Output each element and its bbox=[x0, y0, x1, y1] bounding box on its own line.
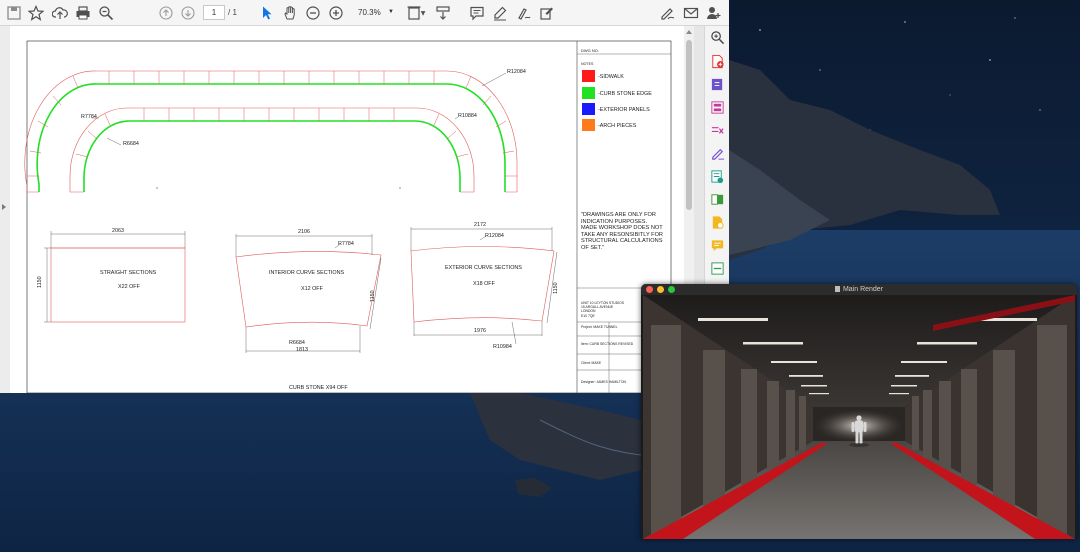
exterior-bottom-dim: 1976 bbox=[474, 328, 486, 334]
print-icon[interactable] bbox=[74, 4, 92, 22]
disclaimer-line: TAKE ANY RESONSIBITLY FOR bbox=[581, 231, 663, 238]
dim-r7784: R7784 bbox=[81, 114, 97, 120]
edit-pdf-icon[interactable] bbox=[538, 4, 556, 22]
organize-pages-icon[interactable] bbox=[710, 100, 725, 115]
exterior-width-dim: 2172 bbox=[474, 222, 486, 228]
item-field: Item: CURB SECTIONS REVISED bbox=[581, 342, 634, 346]
legend-swatch-arch-pieces bbox=[582, 119, 595, 131]
dim-r10884: R10884 bbox=[458, 113, 477, 119]
scan-ocr-icon[interactable] bbox=[710, 261, 725, 276]
select-cursor-icon[interactable] bbox=[258, 4, 276, 22]
scroll-mode-icon[interactable] bbox=[434, 4, 452, 22]
scroll-up-icon[interactable] bbox=[686, 30, 692, 34]
zoom-level-value: 70.3% bbox=[358, 8, 381, 17]
legend-label-curb-edge: -CURB STONE EDGE bbox=[598, 91, 652, 97]
edit-pdf-tool-icon[interactable] bbox=[710, 169, 725, 184]
straight-sections-count: X22 OFF bbox=[118, 284, 140, 290]
create-pdf-icon[interactable] bbox=[710, 54, 725, 69]
interior-bottom-dim: 1813 bbox=[296, 347, 308, 353]
straight-sections-title: STRAIGHT SECTIONS bbox=[100, 270, 157, 276]
document-icon bbox=[834, 286, 840, 292]
interior-outer-radius-dim: R7784 bbox=[338, 241, 354, 247]
tunnel-render-image bbox=[643, 295, 1075, 539]
legend-label-exterior-panels: -EXTERIOR PANELS bbox=[598, 107, 650, 113]
highlight-pen-icon[interactable] bbox=[491, 4, 509, 22]
legend-swatch-curb-edge bbox=[582, 87, 595, 99]
disclaimer-line: OF SET." bbox=[581, 244, 605, 251]
client-field: Client: MAKE bbox=[581, 361, 602, 365]
chevron-down-icon: ▼ bbox=[388, 9, 394, 15]
studio-address: UNIT 10 LEYTON STUDIOS 15 ARGALL AVENUE … bbox=[581, 301, 624, 318]
legend-swatch-sidewalk bbox=[582, 70, 595, 82]
disclaimer-line: INDICATION PURPOSES. bbox=[581, 218, 648, 225]
designer-field: Designer: JAMES HAMILTON bbox=[581, 380, 626, 384]
dim-r12084: R12084 bbox=[507, 69, 526, 75]
pdf-toolbar: 1 / 1 70.3% ▼ ▼ bbox=[0, 0, 729, 26]
main-render-window: Main Render bbox=[641, 284, 1077, 539]
disclaimer-line: "DRAWINGS ARE ONLY FOR bbox=[581, 212, 656, 218]
render-window-title: Main Render bbox=[641, 284, 1077, 295]
address-line: E10 7QE bbox=[581, 313, 595, 318]
page-fit-chevron-icon[interactable]: ▼ bbox=[419, 4, 427, 22]
next-page-icon[interactable] bbox=[179, 4, 197, 22]
zoom-out-icon[interactable] bbox=[304, 4, 322, 22]
zoom-tool-icon[interactable] bbox=[710, 30, 725, 45]
interior-height-dim: 1150 bbox=[370, 290, 376, 302]
expand-arrow-icon bbox=[2, 204, 6, 210]
bookmark-star-icon[interactable] bbox=[27, 4, 45, 22]
previous-page-icon[interactable] bbox=[157, 4, 175, 22]
zoom-in-icon[interactable] bbox=[327, 4, 345, 22]
comment-tool-icon[interactable] bbox=[710, 238, 725, 253]
scrollbar-thumb[interactable] bbox=[686, 40, 692, 210]
pdf-page: R12084 R10884 R7784 R6684 2063 1150 STRA… bbox=[10, 26, 684, 393]
page-number-input[interactable]: 1 bbox=[203, 5, 225, 20]
legend-label-arch-pieces: -ARCH PIECES bbox=[598, 123, 637, 129]
email-icon[interactable] bbox=[682, 4, 700, 22]
page-total: / 1 bbox=[228, 8, 237, 17]
interior-width-dim: 2106 bbox=[298, 229, 310, 235]
zoom-search-icon[interactable] bbox=[97, 4, 115, 22]
combine-files-icon[interactable] bbox=[710, 192, 725, 207]
legend-label-sidewalk: -SIDWALK bbox=[598, 74, 624, 80]
dim-r6684: R6684 bbox=[123, 141, 139, 147]
comment-icon[interactable] bbox=[468, 4, 486, 22]
drawing-footer: CURB STONE X94 OFF bbox=[289, 385, 348, 391]
left-panel-toggle[interactable] bbox=[0, 26, 10, 393]
disclaimer-line: STRUCTURAL CALCULATIONS bbox=[581, 238, 663, 245]
interior-inner-radius-dim: R6684 bbox=[289, 340, 305, 346]
draw-tool-icon[interactable] bbox=[514, 4, 532, 22]
straight-height-dim: 1150 bbox=[37, 276, 43, 288]
save-icon[interactable] bbox=[5, 4, 23, 22]
interior-sections-count: X12 OFF bbox=[301, 286, 323, 292]
render-titlebar[interactable]: Main Render bbox=[641, 284, 1077, 295]
exterior-height-dim: 1150 bbox=[553, 282, 559, 294]
project-field: Project: MAKE TUNNEL bbox=[581, 325, 618, 329]
pdf-viewer-window: 1 / 1 70.3% ▼ ▼ R12084 R10884 R7784 R668… bbox=[0, 0, 729, 393]
hand-tool-icon[interactable] bbox=[281, 4, 299, 22]
disclaimer-line: MADE WORKSHOP DOES NOT bbox=[581, 225, 663, 232]
exterior-sections-count: X18 OFF bbox=[473, 281, 495, 287]
export-pdf-icon[interactable] bbox=[710, 77, 725, 92]
exterior-sections-title: EXTERIOR CURVE SECTIONS bbox=[445, 265, 522, 271]
send-review-icon[interactable] bbox=[710, 215, 725, 230]
zoom-level-select[interactable]: 70.3% ▼ bbox=[350, 5, 398, 20]
add-user-icon[interactable] bbox=[705, 4, 723, 22]
compare-files-icon[interactable] bbox=[710, 123, 725, 138]
disclaimer-note: "DRAWINGS ARE ONLY FOR INDICATION PURPOS… bbox=[581, 212, 663, 252]
technical-drawing: R12084 R10884 R7784 R6684 2063 1150 STRA… bbox=[10, 26, 684, 393]
render-title-label: Main Render bbox=[842, 286, 884, 293]
fill-sign-tool-icon[interactable] bbox=[710, 146, 725, 161]
upload-cloud-icon[interactable] bbox=[51, 4, 69, 22]
interior-sections-title: INTERIOR CURVE SECTIONS bbox=[269, 270, 345, 276]
legend-swatch-exterior-panels bbox=[582, 103, 595, 115]
notes-label: NOTES bbox=[581, 62, 594, 66]
fill-sign-icon[interactable] bbox=[658, 4, 676, 22]
dwg-no-label: DWG NO. bbox=[581, 48, 599, 53]
exterior-outer-radius-dim: R12084 bbox=[485, 233, 504, 239]
straight-width-dim: 2063 bbox=[112, 228, 124, 234]
exterior-inner-radius-dim: R10984 bbox=[493, 344, 512, 350]
